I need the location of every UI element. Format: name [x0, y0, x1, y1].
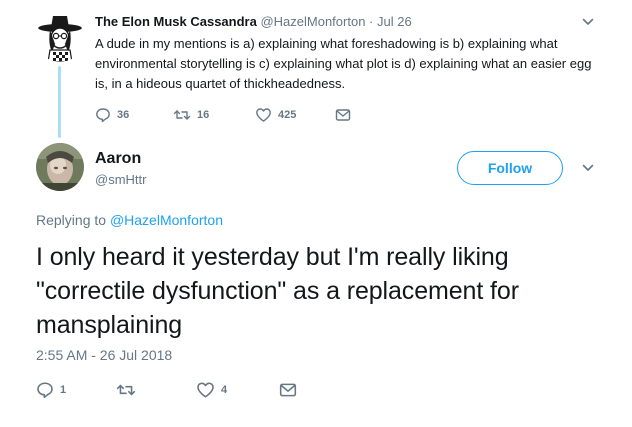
heart-icon	[196, 381, 215, 399]
like-count: 4	[221, 384, 228, 396]
replying-to-label: Replying to	[36, 212, 107, 228]
envelope-icon	[335, 108, 351, 122]
parent-display-name[interactable]: The Elon Musk Cassandra	[95, 14, 257, 29]
reply-count: 1	[60, 384, 67, 396]
parent-like-button[interactable]: 425	[255, 106, 296, 124]
parent-retweet-button[interactable]: 16	[173, 106, 209, 124]
parent-reply-button[interactable]: 36	[95, 106, 129, 124]
reply-icon	[36, 381, 54, 399]
replying-to-mention-link[interactable]: @HazelMonforton	[110, 212, 223, 228]
main-tweet-text: I only heard it yesterday but I'm really…	[36, 243, 519, 339]
envelope-icon	[279, 382, 297, 398]
author-display-name[interactable]: Aaron	[95, 150, 141, 168]
parent-tweet[interactable]: The Elon Musk Cassandra @HazelMonforton …	[0, 0, 632, 140]
tweet-timestamp[interactable]: 2:55 AM - 26 Jul 2018	[36, 347, 172, 363]
parent-date-link[interactable]: Jul 26	[377, 14, 412, 29]
thread-connector-line	[58, 66, 61, 138]
reply-button[interactable]: 1	[36, 381, 66, 399]
parent-handle[interactable]: @HazelMonforton	[260, 14, 365, 29]
follow-button[interactable]: Follow	[457, 151, 563, 185]
parent-retweet-count: 16	[197, 109, 210, 121]
parent-avatar[interactable]	[36, 14, 84, 62]
retweet-icon	[173, 107, 191, 123]
parent-reply-count: 36	[117, 109, 130, 121]
like-button[interactable]: 4	[196, 381, 227, 399]
header-separator: ·	[369, 14, 374, 29]
tweet-options-chevron-down-icon[interactable]	[582, 162, 594, 174]
retweet-button[interactable]	[116, 381, 142, 399]
dm-button[interactable]	[279, 381, 297, 399]
parent-dm-button[interactable]	[335, 106, 351, 124]
reply-icon	[95, 107, 111, 123]
replying-to-line: Replying to @HazelMonforton	[36, 212, 223, 228]
parent-chevron-down-icon[interactable]	[582, 16, 594, 28]
parent-tweet-header: The Elon Musk Cassandra @HazelMonforton …	[95, 14, 412, 29]
parent-tweet-text: A dude in my mentions is a) explaining w…	[95, 36, 592, 91]
heart-icon	[255, 107, 272, 123]
author-avatar[interactable]	[36, 143, 84, 191]
retweet-icon	[116, 381, 136, 399]
parent-like-count: 425	[278, 109, 297, 121]
author-handle[interactable]: @smHttr	[95, 172, 146, 187]
